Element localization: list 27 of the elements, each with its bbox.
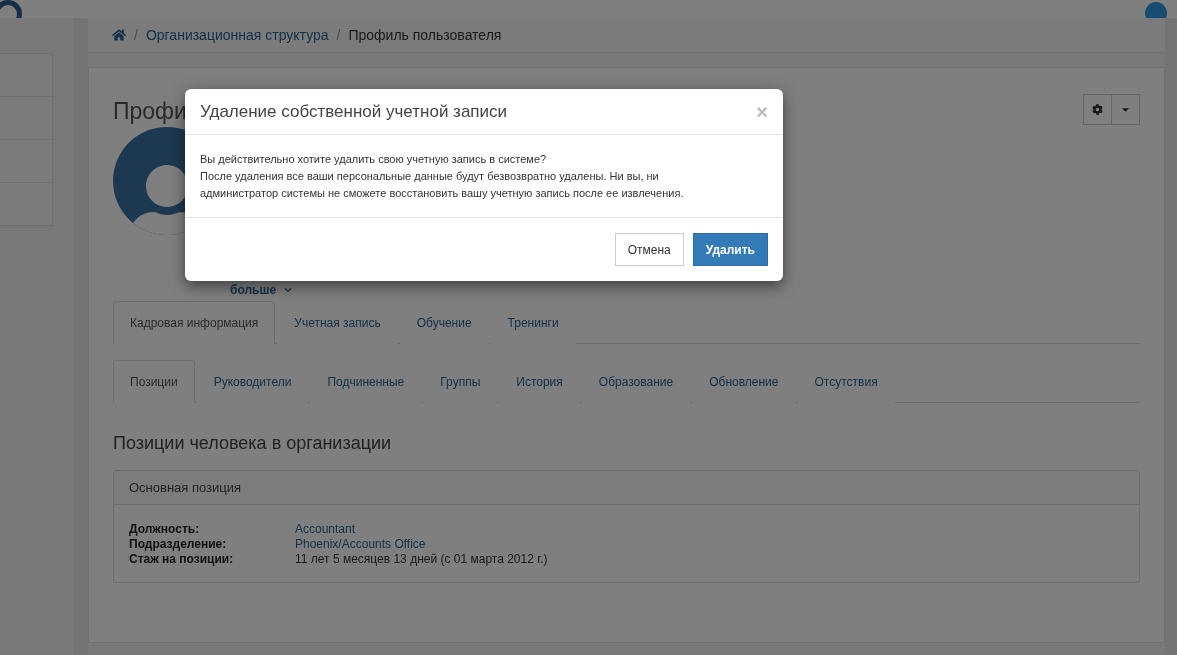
field-value: 11 лет 5 месяцев 13 дней (с 01 марта 2012 г.) [295,552,549,566]
breadcrumb-item: Профиль пользователя [348,27,502,43]
modal-message: Вы действительно хотите удалить свою учетную запись в системе? [200,152,548,167]
field-label: Стаж на позиции: [129,552,235,566]
field-label: Подразделение: [129,537,228,551]
section-title: Позиции человека в организации [113,433,393,454]
field-label: Должность: [129,522,201,536]
settings-button[interactable] [1083,94,1112,125]
breadcrumb-separator: / [134,27,138,43]
delete-button[interactable]: Удалить [692,233,768,266]
field-link[interactable]: Phoenix/Accounts Office [295,537,1124,551]
breadcrumb-item[interactable]: Организационная структура [145,27,329,43]
settings-icon [1092,104,1103,115]
chevron-down-icon [284,286,293,294]
user-avatar-icon[interactable] [1145,2,1167,18]
tab[interactable]: Кадровая информация [113,301,276,344]
tab[interactable]: Позиции [113,360,195,403]
card-heading: Основная позиция [114,471,1139,505]
field-link[interactable]: Accountant [295,522,1124,536]
cancel-button[interactable]: Отмена [614,233,684,266]
modal-message: После удаления все ваши персональные данные будут безвозвратно удалены. Ни вы, ни администратор системы не сможете восстановить вашу учетную запись после ее извлечения. [200,169,685,201]
more-link[interactable]: больше [230,283,1140,297]
page-title: Профи [113,98,187,125]
breadcrumb-separator: / [336,27,341,43]
modal-title: Удаление собственной учетной записи [200,102,508,122]
close-button[interactable]: × [756,102,768,122]
home-icon[interactable] [112,28,126,42]
